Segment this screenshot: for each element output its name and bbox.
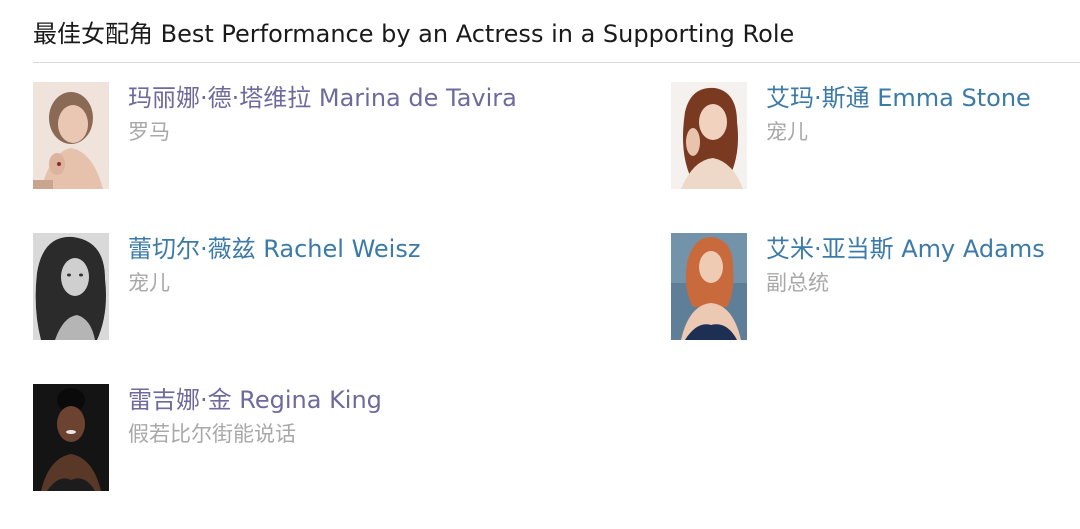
nominee-film-link[interactable]: 假若比尔街能说话 [128, 420, 296, 448]
nominee-card: 蕾切尔·薇兹 Rachel Weisz 宠儿 [33, 233, 503, 341]
nominee-name-link[interactable]: 玛丽娜·德·塔维拉 Marina de Tavira [128, 82, 517, 114]
nominee-portrait-image [671, 233, 747, 340]
section-title: 最佳女配角 Best Performance by an Actress in … [33, 20, 795, 48]
nominee-name-link[interactable]: 蕾切尔·薇兹 Rachel Weisz [128, 233, 420, 265]
nominee-card: 玛丽娜·德·塔维拉 Marina de Tavira 罗马 [33, 82, 517, 190]
nominee-film-link[interactable]: 宠儿 [128, 269, 170, 297]
nominee-portrait-image [33, 82, 109, 189]
nominee-photo[interactable] [33, 384, 109, 491]
nominee-name-link[interactable]: 艾玛·斯通 Emma Stone [766, 82, 1031, 114]
nominee-film-link[interactable]: 罗马 [128, 118, 170, 146]
nominee-portrait-image [671, 82, 747, 189]
nominee-photo[interactable] [671, 82, 747, 189]
nominee-portrait-image [33, 384, 109, 491]
nominee-film-link[interactable]: 副总统 [766, 269, 829, 297]
nominee-card: 艾玛·斯通 Emma Stone 宠儿 [671, 82, 1080, 190]
nominee-name-link[interactable]: 艾米·亚当斯 Amy Adams [766, 233, 1045, 265]
nominee-card: 雷吉娜·金 Regina King 假若比尔街能说话 [33, 384, 503, 492]
nominee-photo[interactable] [671, 233, 747, 340]
nominee-film-link[interactable]: 宠儿 [766, 118, 808, 146]
section-divider [33, 62, 1080, 63]
nominee-portrait-image [33, 233, 109, 340]
nominee-photo[interactable] [33, 233, 109, 340]
nominee-card: 艾米·亚当斯 Amy Adams 副总统 [671, 233, 1080, 341]
nominee-photo[interactable] [33, 82, 109, 189]
nominee-name-link[interactable]: 雷吉娜·金 Regina King [128, 384, 382, 416]
